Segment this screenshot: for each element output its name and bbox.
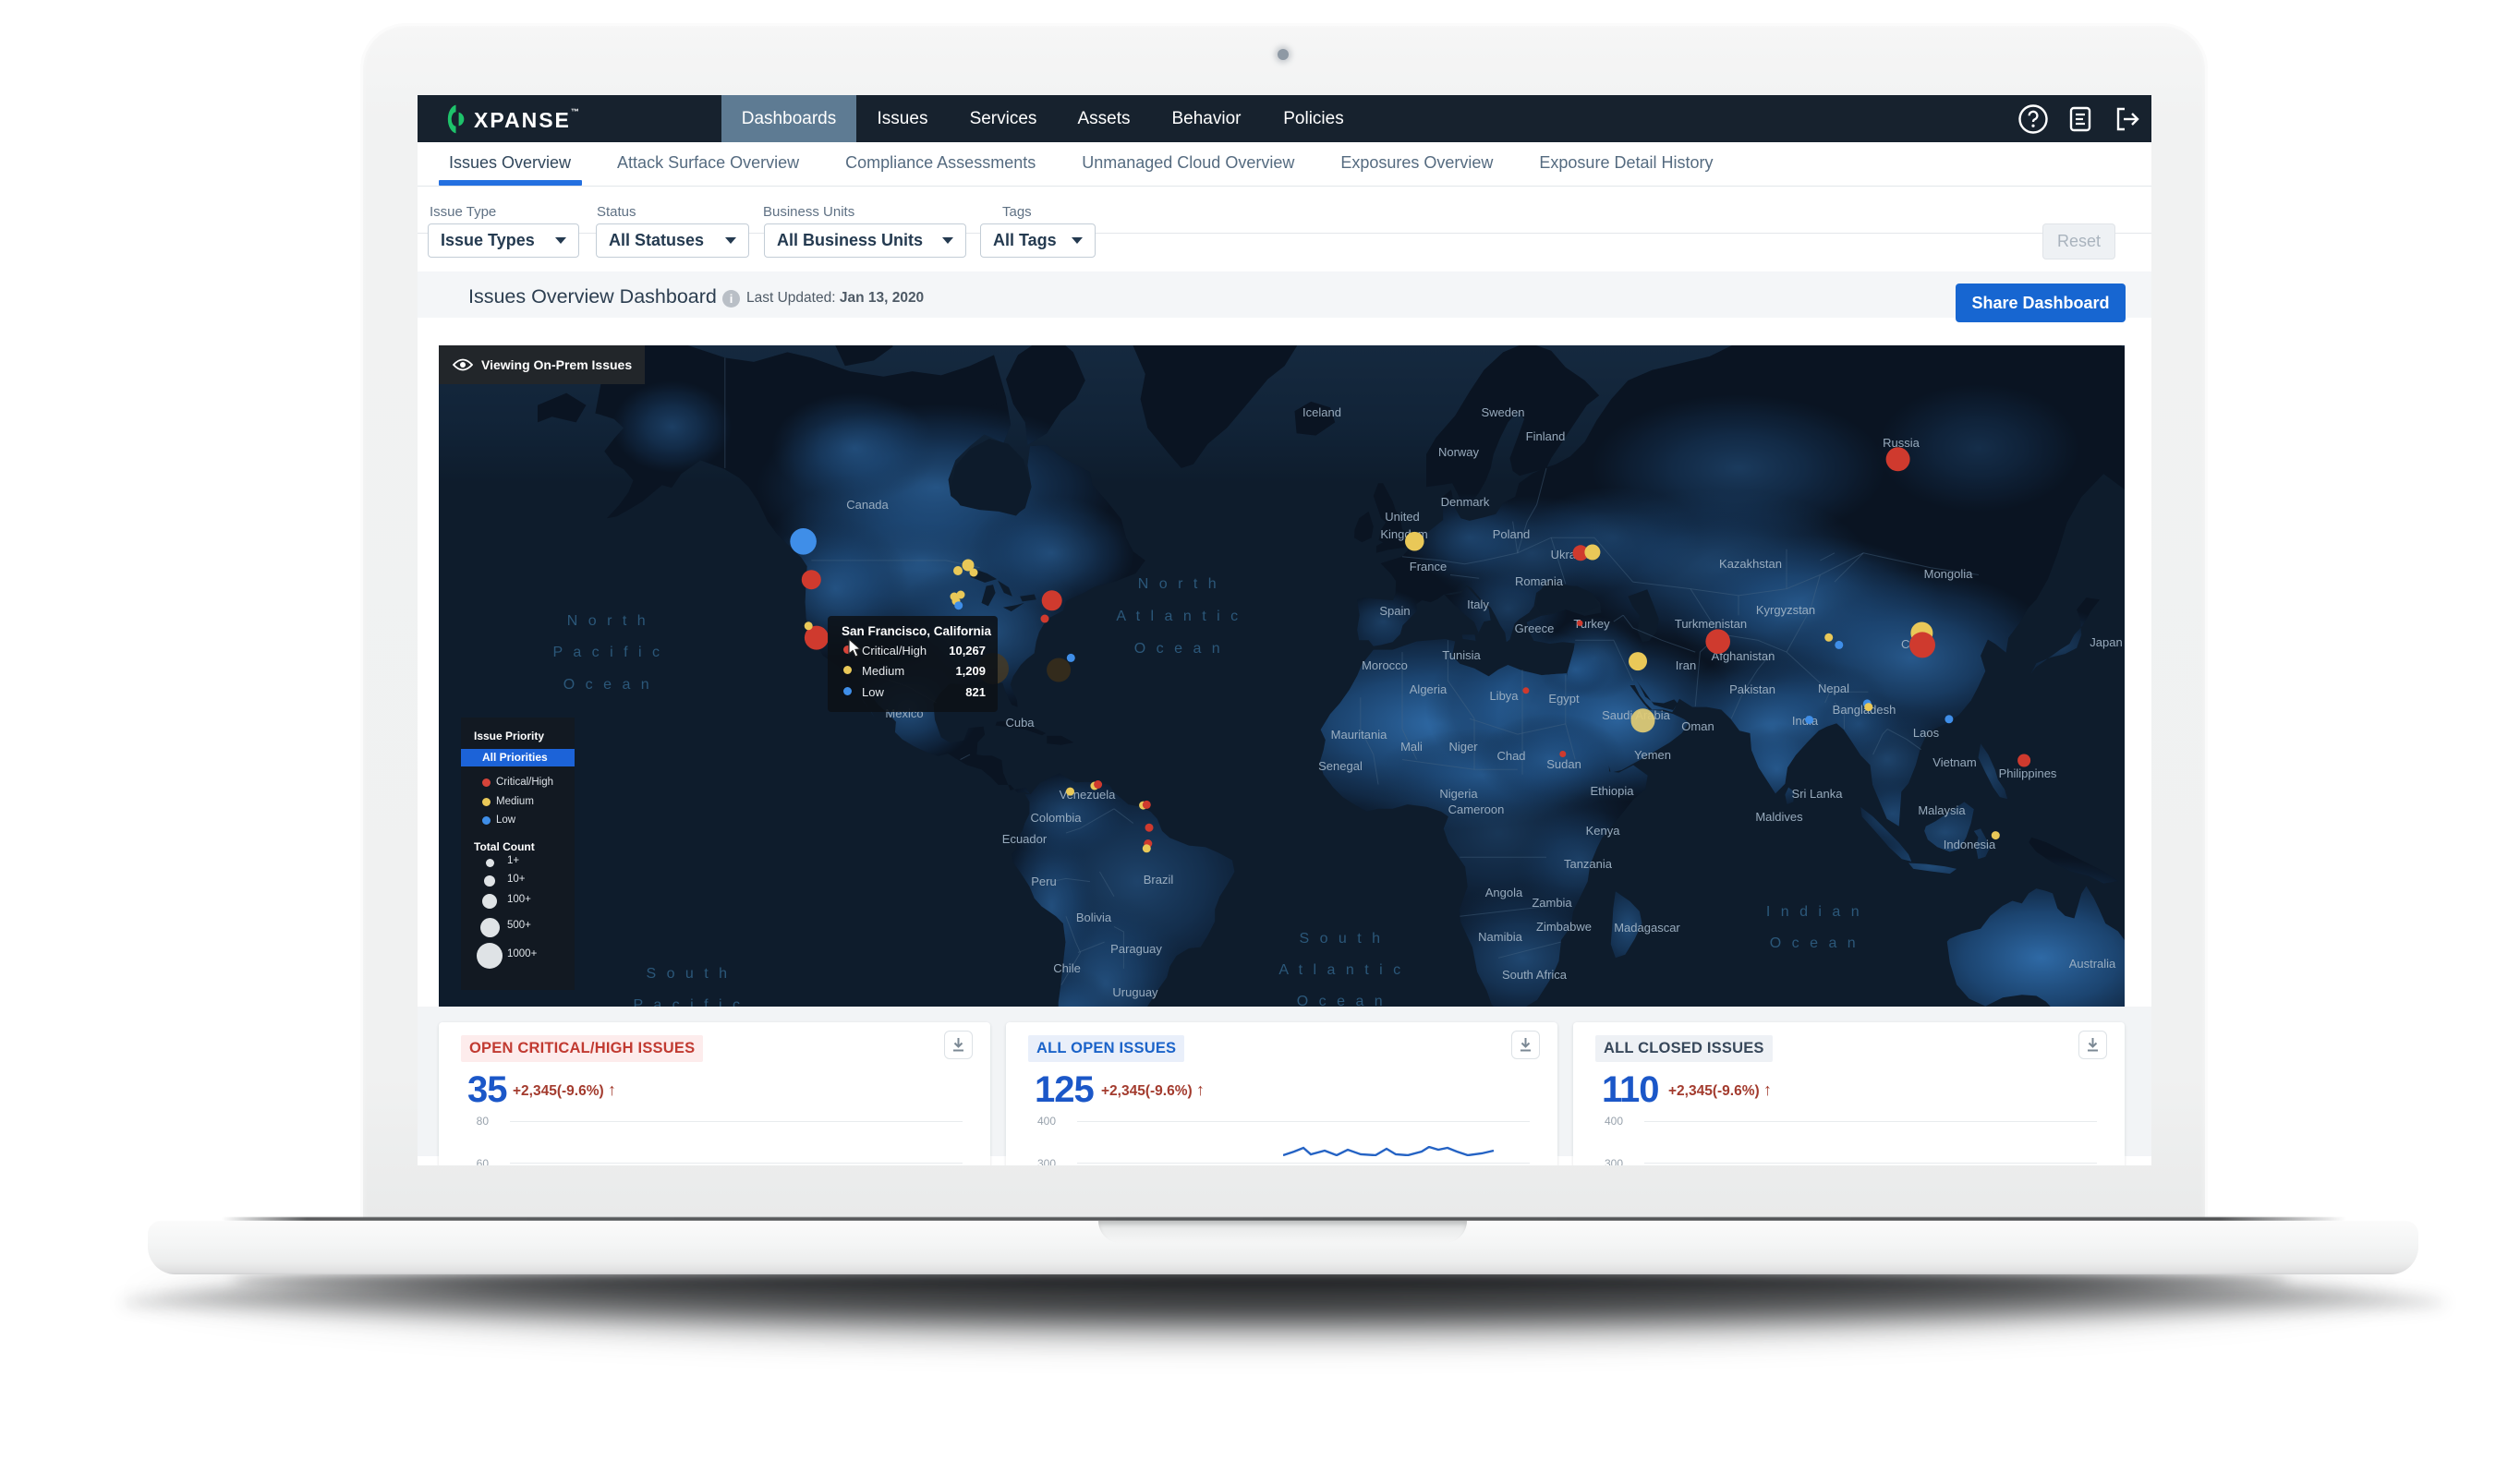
svg-text:Canada: Canada xyxy=(846,498,889,512)
svg-text:Zimbabwe: Zimbabwe xyxy=(1536,920,1592,934)
svg-text:Romania: Romania xyxy=(1515,574,1564,588)
svg-text:Niger: Niger xyxy=(1448,740,1478,754)
svg-text:Ecuador: Ecuador xyxy=(1002,832,1048,846)
svg-text:Mauritania: Mauritania xyxy=(1331,728,1387,742)
svg-text:N o r t h: N o r t h xyxy=(567,613,648,629)
svg-text:Vietnam: Vietnam xyxy=(1932,755,1976,769)
svg-text:Sudan: Sudan xyxy=(1546,757,1581,771)
svg-text:Ethiopia: Ethiopia xyxy=(1591,784,1635,798)
svg-text:Italy: Italy xyxy=(1467,597,1489,611)
svg-text:Turkmenistan: Turkmenistan xyxy=(1675,617,1747,631)
svg-text:Mali: Mali xyxy=(1400,740,1423,754)
svg-text:Japan: Japan xyxy=(2090,635,2122,649)
svg-text:Spain: Spain xyxy=(1379,604,1410,618)
svg-text:Colombia: Colombia xyxy=(1031,811,1083,825)
svg-text:P a c i f i c: P a c i f i c xyxy=(633,997,743,1007)
svg-text:France: France xyxy=(1410,560,1447,573)
svg-text:South Africa: South Africa xyxy=(1502,968,1568,982)
svg-text:Madagascar: Madagascar xyxy=(1614,921,1680,935)
svg-text:Russia: Russia xyxy=(1883,436,1920,450)
svg-text:Kenya: Kenya xyxy=(1586,824,1621,838)
svg-text:Pakistan: Pakistan xyxy=(1729,682,1775,696)
svg-text:A t l a n t i c: A t l a n t i c xyxy=(1116,609,1241,624)
svg-text:Nepal: Nepal xyxy=(1818,682,1849,695)
svg-text:Greece: Greece xyxy=(1515,621,1555,635)
svg-text:S o u t h: S o u t h xyxy=(1299,931,1383,947)
svg-text:Chad: Chad xyxy=(1496,749,1525,763)
svg-text:Bolivia: Bolivia xyxy=(1076,911,1112,924)
svg-text:Zambia: Zambia xyxy=(1532,896,1572,910)
svg-text:Indonesia: Indonesia xyxy=(1944,838,1996,851)
svg-text:Angola: Angola xyxy=(1485,886,1523,899)
svg-text:I n d i a n: I n d i a n xyxy=(1766,904,1862,920)
svg-text:Kyrgyzstan: Kyrgyzstan xyxy=(1756,603,1815,617)
svg-text:O c e a n: O c e a n xyxy=(1770,935,1859,951)
svg-text:S o u t h: S o u t h xyxy=(646,966,730,982)
svg-text:Nigeria: Nigeria xyxy=(1439,787,1478,801)
svg-text:A t l a n t i c: A t l a n t i c xyxy=(1278,962,1403,978)
svg-text:Namibia: Namibia xyxy=(1478,930,1522,944)
svg-text:Libya: Libya xyxy=(1489,689,1519,703)
svg-text:Algeria: Algeria xyxy=(1410,682,1448,696)
svg-text:Chile: Chile xyxy=(1053,961,1081,975)
svg-text:Sweden: Sweden xyxy=(1482,405,1525,419)
svg-text:O c e a n: O c e a n xyxy=(1134,641,1223,657)
svg-text:Tunisia: Tunisia xyxy=(1442,648,1481,662)
svg-text:Philippines: Philippines xyxy=(1999,766,2057,780)
svg-text:Cuba: Cuba xyxy=(1005,716,1035,730)
svg-text:Kazakhstan: Kazakhstan xyxy=(1719,557,1782,571)
svg-text:Brazil: Brazil xyxy=(1144,873,1174,887)
svg-text:Poland: Poland xyxy=(1493,527,1530,541)
svg-text:Morocco: Morocco xyxy=(1362,658,1408,672)
svg-text:Cameroon: Cameroon xyxy=(1448,802,1505,816)
svg-text:Yemen: Yemen xyxy=(1634,748,1671,762)
svg-text:Maldives: Maldives xyxy=(1755,810,1803,824)
svg-text:Peru: Peru xyxy=(1031,875,1056,888)
svg-text:Sri Lanka: Sri Lanka xyxy=(1792,787,1844,801)
svg-text:Paraguay: Paraguay xyxy=(1110,942,1162,956)
svg-text:Iceland: Iceland xyxy=(1302,405,1341,419)
svg-text:Mongolia: Mongolia xyxy=(1924,567,1974,581)
svg-text:Norway: Norway xyxy=(1438,445,1480,459)
svg-text:Malaysia: Malaysia xyxy=(1918,803,1966,817)
svg-text:O c e a n: O c e a n xyxy=(1297,994,1386,1007)
svg-text:United: United xyxy=(1385,510,1420,524)
svg-text:Finland: Finland xyxy=(1526,429,1566,443)
svg-text:Laos: Laos xyxy=(1913,726,1940,740)
svg-text:Iran: Iran xyxy=(1676,658,1696,672)
svg-text:Australia: Australia xyxy=(2069,957,2116,971)
svg-text:Denmark: Denmark xyxy=(1441,495,1490,509)
svg-text:Oman: Oman xyxy=(1681,719,1714,733)
svg-text:O c e a n: O c e a n xyxy=(563,677,652,693)
svg-text:Senegal: Senegal xyxy=(1318,759,1363,773)
svg-text:Egypt: Egypt xyxy=(1548,692,1580,706)
svg-text:N o r t h: N o r t h xyxy=(1138,576,1219,592)
svg-text:Tanzania: Tanzania xyxy=(1564,857,1613,871)
svg-text:Uruguay: Uruguay xyxy=(1112,985,1158,999)
svg-text:P a c i f i c: P a c i f i c xyxy=(552,645,662,660)
